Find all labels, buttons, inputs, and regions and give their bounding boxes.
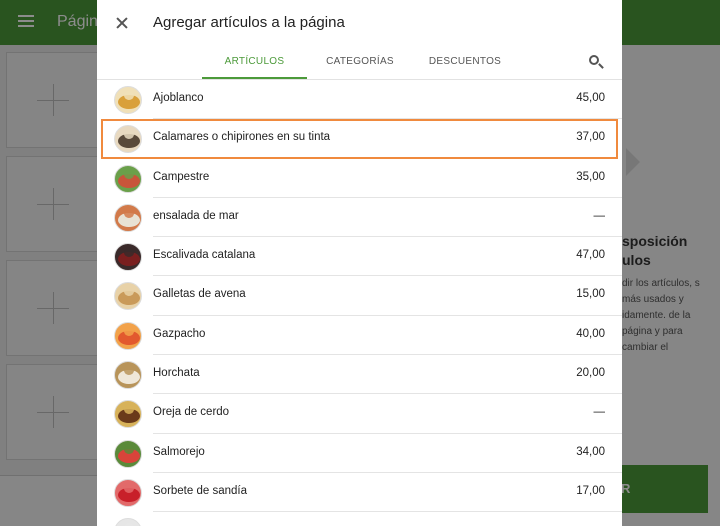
tab-categorias[interactable]: CATEGORÍAS xyxy=(315,45,405,79)
list-item[interactable]: ensalada de mar — xyxy=(97,198,622,238)
item-price: 47,00 xyxy=(576,249,605,262)
item-name: Gazpacho xyxy=(153,327,206,340)
tab-articulos[interactable]: ARTÍCULOS xyxy=(202,45,307,79)
salmorejo-thumb-icon xyxy=(114,439,142,468)
item-name: Calamares o chipirones en su tinta xyxy=(153,131,331,144)
list-item[interactable]: Ajoblanco 45,00 xyxy=(97,80,622,120)
item-price: 20,00 xyxy=(576,367,605,380)
list-item[interactable]: Escalivada catalana 47,00 xyxy=(97,237,622,277)
add-items-dialog: Agregar artículos a la página ARTÍCULOS … xyxy=(97,0,622,526)
close-icon[interactable] xyxy=(110,11,134,35)
item-thumb-icon xyxy=(114,518,142,526)
ensalada-thumb-icon xyxy=(114,203,142,232)
item-price: 34,00 xyxy=(576,445,605,458)
item-name: Escalivada catalana xyxy=(153,249,256,262)
horchata-thumb-icon xyxy=(114,361,142,390)
item-price: — xyxy=(593,406,606,419)
sorbete-thumb-icon xyxy=(114,478,142,507)
item-name: Campestre xyxy=(153,170,210,183)
item-price: 35,00 xyxy=(576,170,605,183)
item-name: Salmorejo xyxy=(153,445,205,458)
dialog-header: Agregar artículos a la página xyxy=(97,0,622,45)
item-price: 15,00 xyxy=(576,288,605,301)
tab-descuentos[interactable]: DESCUENTOS xyxy=(423,45,507,79)
item-price: 37,00 xyxy=(576,131,605,144)
list-item[interactable]: Galletas de avena 15,00 xyxy=(97,276,622,316)
dialog-title: Agregar artículos a la página xyxy=(153,14,345,31)
list-item[interactable]: Gazpacho 40,00 xyxy=(97,316,622,356)
item-name: Sorbete de sandía xyxy=(153,484,247,497)
search-icon[interactable] xyxy=(588,54,604,70)
list-item[interactable] xyxy=(97,512,622,526)
item-price: 40,00 xyxy=(576,327,605,340)
item-name: Horchata xyxy=(153,367,200,380)
item-name: Galletas de avena xyxy=(153,288,246,301)
tab-bar: ARTÍCULOS CATEGORÍAS DESCUENTOS xyxy=(97,45,622,80)
calamares-thumb-icon xyxy=(114,125,142,154)
item-price: — xyxy=(593,209,606,222)
list-item[interactable]: Calamares o chipirones en su tinta 37,00 xyxy=(101,119,618,159)
ajoblanco-thumb-icon xyxy=(114,86,142,114)
list-item[interactable]: Horchata 20,00 xyxy=(97,355,622,395)
oreja-thumb-icon xyxy=(114,400,142,429)
list-item[interactable]: Sorbete de sandía 17,00 xyxy=(97,473,622,513)
item-name: Ajoblanco xyxy=(153,92,204,104)
list-item[interactable]: Salmorejo 34,00 xyxy=(97,434,622,473)
item-name: Oreja de cerdo xyxy=(153,406,230,419)
campestre-thumb-icon xyxy=(114,164,142,193)
item-name: ensalada de mar xyxy=(153,209,239,222)
item-list: Ajoblanco 45,00 Calamares o chipirones en … xyxy=(97,80,622,526)
list-item[interactable]: Campestre 35,00 xyxy=(97,159,622,198)
item-price: 17,00 xyxy=(576,484,605,497)
list-item[interactable]: Oreja de cerdo — xyxy=(97,394,622,434)
escalivada-thumb-icon xyxy=(114,243,142,272)
item-price: 45,00 xyxy=(576,92,605,104)
gazpacho-thumb-icon xyxy=(114,321,142,350)
galletas-thumb-icon xyxy=(114,282,142,311)
